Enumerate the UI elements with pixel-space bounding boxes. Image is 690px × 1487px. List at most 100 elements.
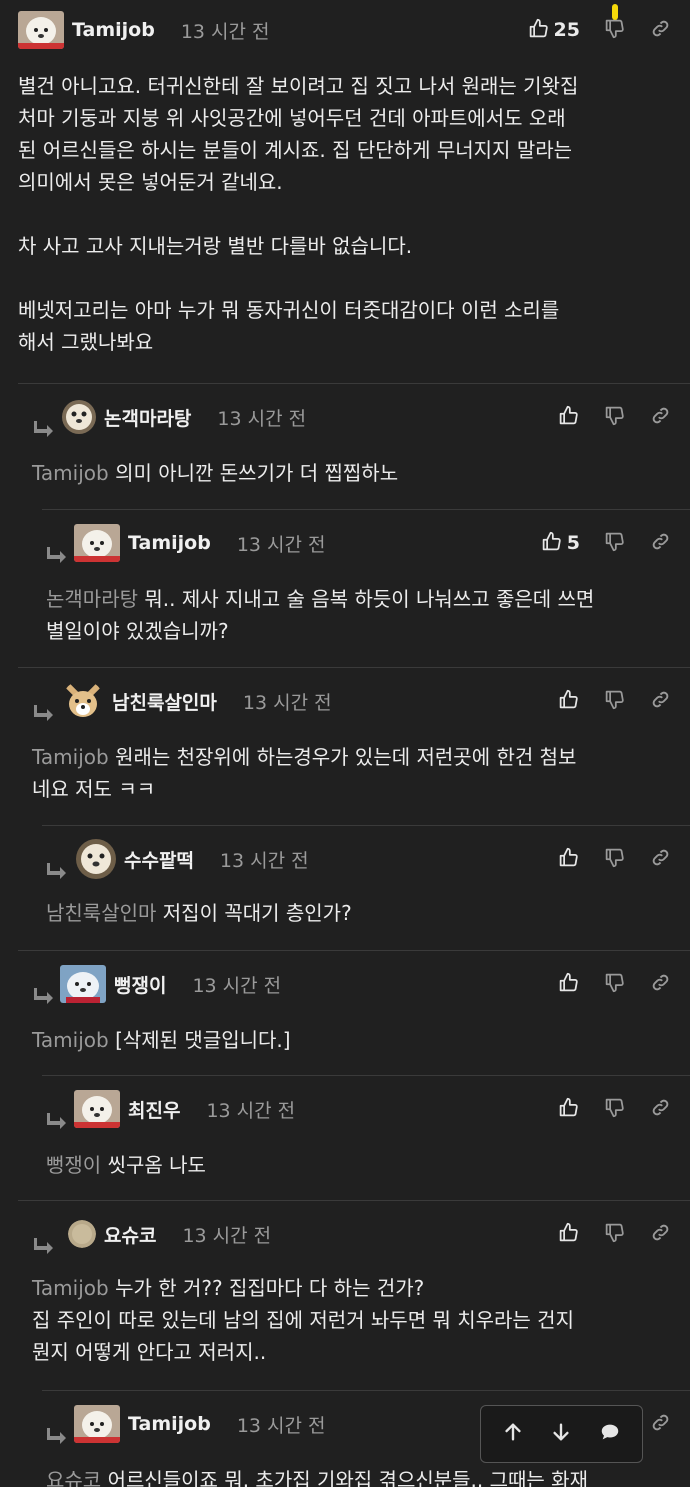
floating-nav-bar (480, 1405, 643, 1463)
mention[interactable]: 논객마라탕 (46, 587, 138, 611)
comment-text: 저집이 꼭대기 층인가? (162, 901, 352, 925)
link-button[interactable] (648, 405, 672, 429)
author-name[interactable]: Tamijob (72, 19, 155, 41)
author-name[interactable]: 최진우 (128, 1096, 180, 1123)
avatar[interactable] (68, 1220, 96, 1248)
link-button[interactable] (648, 1097, 672, 1121)
dislike-button[interactable] (602, 1222, 626, 1246)
separator (42, 1390, 690, 1391)
reply-comment: 논객마라탕 13 시간 전 Tamijob 의미 아니깐 돈쓰기가 더 찝찝하노 (0, 383, 690, 510)
separator (18, 667, 690, 668)
timestamp: 13 시간 전 (236, 1414, 326, 1437)
thumbs-down-icon (604, 1097, 625, 1122)
separator (42, 1075, 690, 1076)
thumbs-up-icon (558, 847, 579, 872)
link-icon (650, 847, 671, 872)
like-button[interactable] (556, 847, 580, 871)
comment-paragraph: 차 사고 고사 지내는거랑 별반 다를바 없습니다. (18, 234, 413, 258)
author-name[interactable]: 뻥쟁이 (114, 971, 166, 998)
like-button[interactable]: 25 (528, 18, 580, 43)
link-icon (650, 1222, 671, 1247)
reply-comment: Tamijob 13 시간 전 5 논객마라탕 뭐.. 제사 지내고 술 음복 … (0, 509, 690, 668)
mention[interactable]: 남친룩살인마 (46, 901, 156, 925)
avatar[interactable] (74, 1405, 120, 1443)
mention[interactable]: 뻥쟁이 (46, 1153, 101, 1177)
thumbs-up-icon (541, 531, 562, 556)
like-count: 5 (566, 532, 580, 554)
timestamp: 13 시간 전 (180, 20, 270, 43)
comment-body: Tamijob 원래는 천장위에 하는경우가 있는데 저런곳에 한건 첨보 네요… (32, 741, 670, 805)
dislike-button[interactable] (602, 4, 626, 42)
link-button[interactable] (648, 689, 672, 713)
comment-body: Tamijob 누가 한 거?? 집집마다 다 하는 건가? 집 주인이 따로 … (32, 1272, 670, 1368)
timestamp: 13 시간 전 (219, 849, 309, 872)
mention[interactable]: Tamijob (32, 1276, 109, 1300)
comment-text: 원래는 천장위에 하는경우가 있는데 저런곳에 한건 첨보 네요 저도 ㅋㅋ (32, 745, 577, 801)
like-button[interactable] (556, 972, 580, 996)
like-button[interactable] (556, 405, 580, 429)
like-count: 25 (553, 19, 580, 41)
avatar[interactable] (62, 680, 104, 722)
scroll-up-button[interactable] (496, 1417, 530, 1451)
avatar[interactable] (18, 11, 64, 49)
like-button[interactable] (556, 1222, 580, 1246)
avatar[interactable] (76, 839, 116, 879)
avatar[interactable] (62, 400, 96, 434)
separator (42, 825, 690, 826)
separator (18, 383, 690, 384)
reply-comment: 수수팥떡 13 시간 전 남친룩살인마 저집이 꼭대기 층인가? (0, 825, 690, 951)
mention[interactable]: Tamijob (32, 461, 109, 485)
comment-body: 남친룩살인마 저집이 꼭대기 층인가? (46, 897, 670, 929)
dislike-button[interactable] (602, 972, 626, 996)
link-button[interactable] (648, 1222, 672, 1246)
like-button[interactable] (556, 1097, 580, 1121)
link-button[interactable] (648, 531, 672, 555)
dislike-button[interactable] (602, 1097, 626, 1121)
mention[interactable]: Tamijob (32, 745, 109, 769)
thumbs-down-icon (604, 1222, 625, 1247)
comment-button[interactable] (593, 1417, 627, 1451)
comment-actions: 25 (528, 4, 672, 52)
comment-actions (534, 962, 672, 1006)
comment-actions (534, 679, 672, 723)
author-name[interactable]: 수수팥떡 (124, 846, 194, 873)
mention[interactable]: 요슈코 (46, 1468, 101, 1487)
dislike-button[interactable] (602, 531, 626, 555)
arrow-up-icon (502, 1421, 524, 1447)
thumbs-down-icon (604, 689, 625, 714)
mention[interactable]: Tamijob (32, 1028, 109, 1052)
link-button[interactable] (648, 972, 672, 996)
comment-actions (534, 1087, 672, 1131)
link-button[interactable] (648, 18, 672, 42)
link-button[interactable] (648, 847, 672, 871)
separator (18, 950, 690, 951)
reply-comment: 최진우 13 시간 전 뻥쟁이 씻구옴 나도 (0, 1075, 690, 1201)
author-name[interactable]: Tamijob (128, 532, 211, 554)
author-name[interactable]: 요슈코 (104, 1221, 156, 1248)
comment-body: 별건 아니고요. 터귀신한테 잘 보이려고 집 짓고 나서 원래는 기왓집 처마… (18, 70, 670, 358)
comment-body: Tamijob [삭제된 댓글입니다.] (32, 1024, 670, 1056)
highlight-mark (612, 4, 618, 20)
link-button[interactable] (648, 1412, 672, 1436)
like-button[interactable]: 5 (541, 531, 580, 556)
dislike-button[interactable] (602, 847, 626, 871)
author-name[interactable]: 논객마라탕 (104, 404, 191, 431)
thumbs-up-icon (558, 1097, 579, 1122)
comment-paragraph: 별건 아니고요. 터귀신한테 잘 보이려고 집 짓고 나서 원래는 기왓집 처마… (18, 74, 579, 194)
dislike-button[interactable] (602, 689, 626, 713)
avatar[interactable] (60, 965, 106, 1003)
author-name[interactable]: 남친룩살인마 (112, 688, 217, 715)
timestamp: 13 시간 전 (182, 1224, 272, 1247)
like-button[interactable] (556, 689, 580, 713)
dislike-button[interactable] (602, 405, 626, 429)
link-icon (650, 972, 671, 997)
thumbs-up-icon (558, 405, 579, 430)
avatar[interactable] (74, 524, 120, 562)
thumbs-up-icon (558, 1222, 579, 1247)
author-name[interactable]: Tamijob (128, 1413, 211, 1435)
comment-body: 뻥쟁이 씻구옴 나도 (46, 1149, 670, 1181)
comment-body: 요슈코 어르신들이죠 뭐. 초가집 기와집 겪으신분들.. 그때는 화재 (46, 1464, 670, 1487)
scroll-down-button[interactable] (544, 1417, 578, 1451)
avatar[interactable] (74, 1090, 120, 1128)
comment-actions (534, 837, 672, 881)
